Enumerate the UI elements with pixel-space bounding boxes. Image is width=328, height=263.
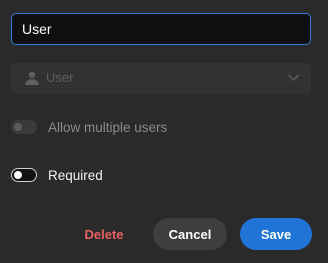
- delete-button[interactable]: Delete: [78, 218, 130, 250]
- allow-multiple-users-toggle[interactable]: [11, 120, 37, 134]
- allow-multiple-users-label: Allow multiple users: [48, 119, 168, 135]
- save-button[interactable]: Save: [240, 218, 312, 250]
- allow-multiple-users-row: Allow multiple users: [11, 117, 167, 137]
- toggle-knob: [14, 170, 22, 179]
- required-row: Required: [11, 165, 103, 185]
- user-icon: [25, 71, 39, 85]
- required-toggle[interactable]: [11, 168, 37, 182]
- cancel-button[interactable]: Cancel: [153, 218, 227, 250]
- user-select[interactable]: User: [11, 63, 311, 94]
- chevron-down-icon: [288, 74, 299, 81]
- toggle-knob: [14, 123, 22, 131]
- user-select-placeholder: User: [46, 70, 74, 85]
- required-label: Required: [48, 167, 103, 183]
- name-input[interactable]: [11, 13, 311, 45]
